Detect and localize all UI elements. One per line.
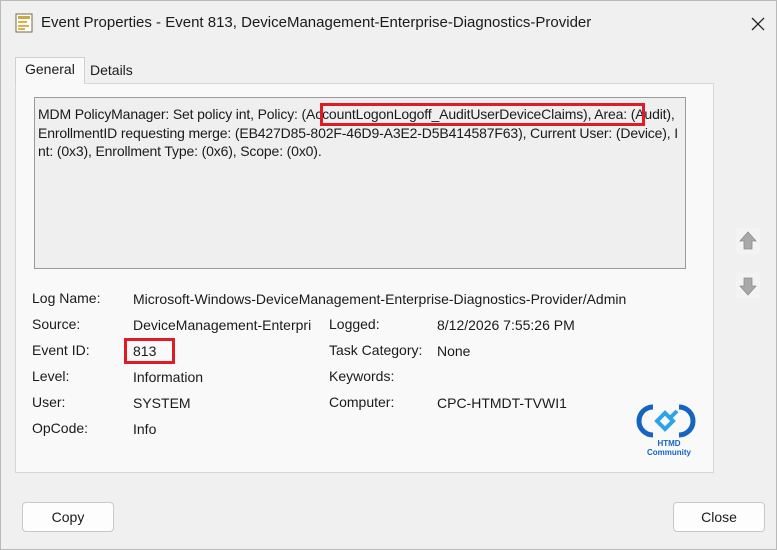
copy-button[interactable]: Copy — [22, 502, 114, 532]
close-button[interactable]: Close — [673, 502, 765, 532]
tab-details[interactable]: Details — [90, 62, 133, 78]
level-label: Level: — [32, 368, 70, 384]
log-name-label: Log Name: — [32, 290, 101, 306]
window-title: Event Properties - Event 813, DeviceMana… — [41, 14, 592, 31]
policy-highlight-box — [320, 103, 645, 126]
task-category-value: None — [437, 343, 471, 359]
logged-label: Logged: — [329, 316, 380, 332]
source-value: DeviceManagement-Enterpri — [133, 317, 312, 333]
event-id-highlight-box — [124, 338, 175, 364]
message-prefix: MDM PolicyManager: Set policy int, Polic… — [38, 106, 302, 122]
close-icon[interactable] — [740, 9, 776, 39]
computer-label: Computer: — [329, 394, 395, 410]
arrow-up-icon[interactable] — [735, 227, 761, 255]
event-properties-window: Event Properties - Event 813, DeviceMana… — [0, 0, 777, 550]
arrow-down-icon[interactable] — [735, 272, 761, 300]
task-category-label: Task Category: — [329, 342, 423, 358]
title-bar: Event Properties - Event 813, DeviceMana… — [1, 1, 776, 45]
source-label: Source: — [32, 316, 81, 332]
level-value: Information — [133, 369, 204, 385]
watermark-text: HTMD Community — [647, 439, 691, 457]
event-id-label: Event ID: — [32, 342, 90, 358]
tab-general-label: General — [25, 61, 75, 77]
user-value: SYSTEM — [133, 395, 191, 411]
logged-value: 8/12/2026 7:55:26 PM — [437, 317, 575, 333]
tab-general[interactable]: General — [15, 57, 85, 84]
event-viewer-icon — [15, 13, 33, 33]
log-name-value: Microsoft-Windows-DeviceManagement-Enter… — [133, 291, 627, 307]
keywords-label: Keywords: — [329, 368, 395, 384]
opcode-value: Info — [133, 421, 157, 437]
user-label: User: — [32, 394, 66, 410]
computer-value: CPC-HTMDT-TVWI1 — [437, 395, 567, 411]
opcode-label: OpCode: — [32, 420, 89, 436]
